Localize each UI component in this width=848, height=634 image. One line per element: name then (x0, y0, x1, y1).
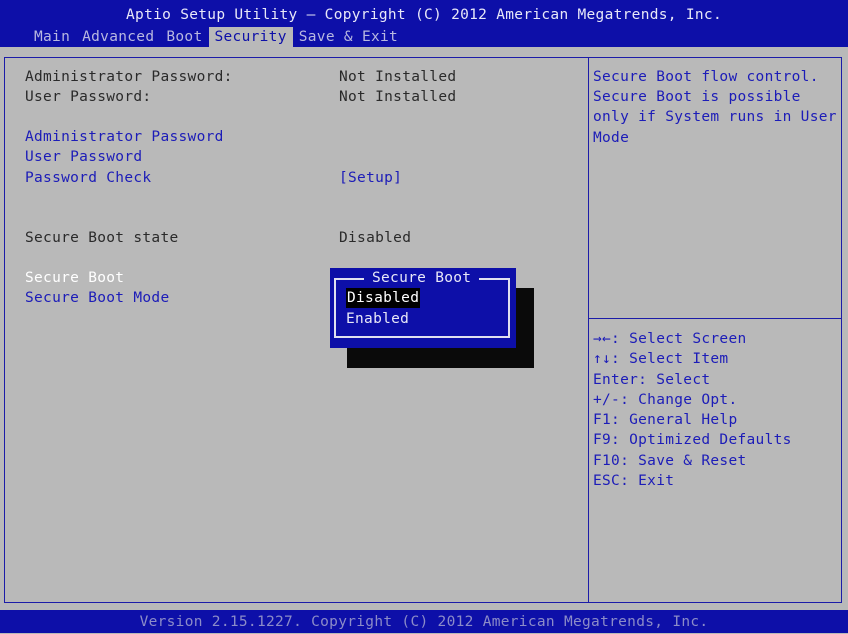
set-admin-password-item[interactable]: Administrator Password (25, 127, 224, 147)
key-save-reset: F10: Save & Reset (593, 452, 747, 469)
help-text: Secure Boot flow control. Secure Boot is… (593, 67, 837, 148)
help-divider (589, 318, 842, 319)
option-enabled[interactable]: Enabled (346, 309, 409, 329)
secure-boot-state-value: Disabled (339, 230, 412, 246)
tab-main[interactable]: Main (28, 27, 76, 47)
key-optimized-defaults: F9: Optimized Defaults (593, 432, 792, 449)
key-enter: Enter: Select (593, 371, 711, 388)
password-check-item[interactable]: Password Check (25, 168, 151, 188)
tab-bar: Main Advanced Boot Security Save & Exit (28, 27, 404, 47)
secure-boot-mode-item[interactable]: Secure Boot Mode (25, 288, 169, 308)
popup-title: Secure Boot (364, 268, 480, 288)
user-password-status: Not Installed (339, 89, 457, 105)
footer-bar: Version 2.15.1227. Copyright (C) 2012 Am… (0, 610, 848, 633)
key-change-opt: +/-: Change Opt. (593, 391, 738, 408)
key-select-item: ↑↓: Select Item (593, 351, 729, 368)
key-legend: →←: Select Screen ↑↓: Select Item Enter:… (593, 329, 792, 491)
user-password-label: User Password: (25, 89, 152, 105)
help-line: only if System runs in User (593, 109, 837, 126)
password-check-value[interactable]: [Setup] (339, 168, 402, 188)
set-user-password-item[interactable]: User Password (25, 147, 142, 167)
admin-password-status: Not Installed (339, 69, 457, 85)
help-line: Secure Boot flow control. (593, 69, 819, 85)
key-select-screen: →←: Select Screen (593, 331, 747, 347)
key-exit: ESC: Exit (593, 473, 675, 490)
tab-security[interactable]: Security (208, 27, 293, 47)
header-bar: Aptio Setup Utility – Copyright (C) 2012… (0, 0, 848, 47)
secure-boot-popup: Secure Boot Disabled Enabled (330, 268, 516, 348)
panel-divider (588, 57, 589, 603)
option-disabled[interactable]: Disabled (346, 288, 421, 308)
tab-boot[interactable]: Boot (160, 27, 208, 47)
key-general-help: F1: General Help (593, 412, 738, 429)
tab-save-exit[interactable]: Save & Exit (293, 27, 404, 47)
version-text: Version 2.15.1227. Copyright (C) 2012 Am… (139, 614, 709, 630)
help-line: Mode (593, 129, 630, 146)
app-title: Aptio Setup Utility – Copyright (C) 2012… (126, 7, 722, 23)
help-line: Secure Boot is possible (593, 89, 801, 106)
tab-advanced[interactable]: Advanced (76, 27, 160, 47)
admin-password-label: Administrator Password: (25, 69, 233, 85)
secure-boot-state-label: Secure Boot state (25, 230, 179, 246)
secure-boot-item[interactable]: Secure Boot (25, 268, 124, 288)
